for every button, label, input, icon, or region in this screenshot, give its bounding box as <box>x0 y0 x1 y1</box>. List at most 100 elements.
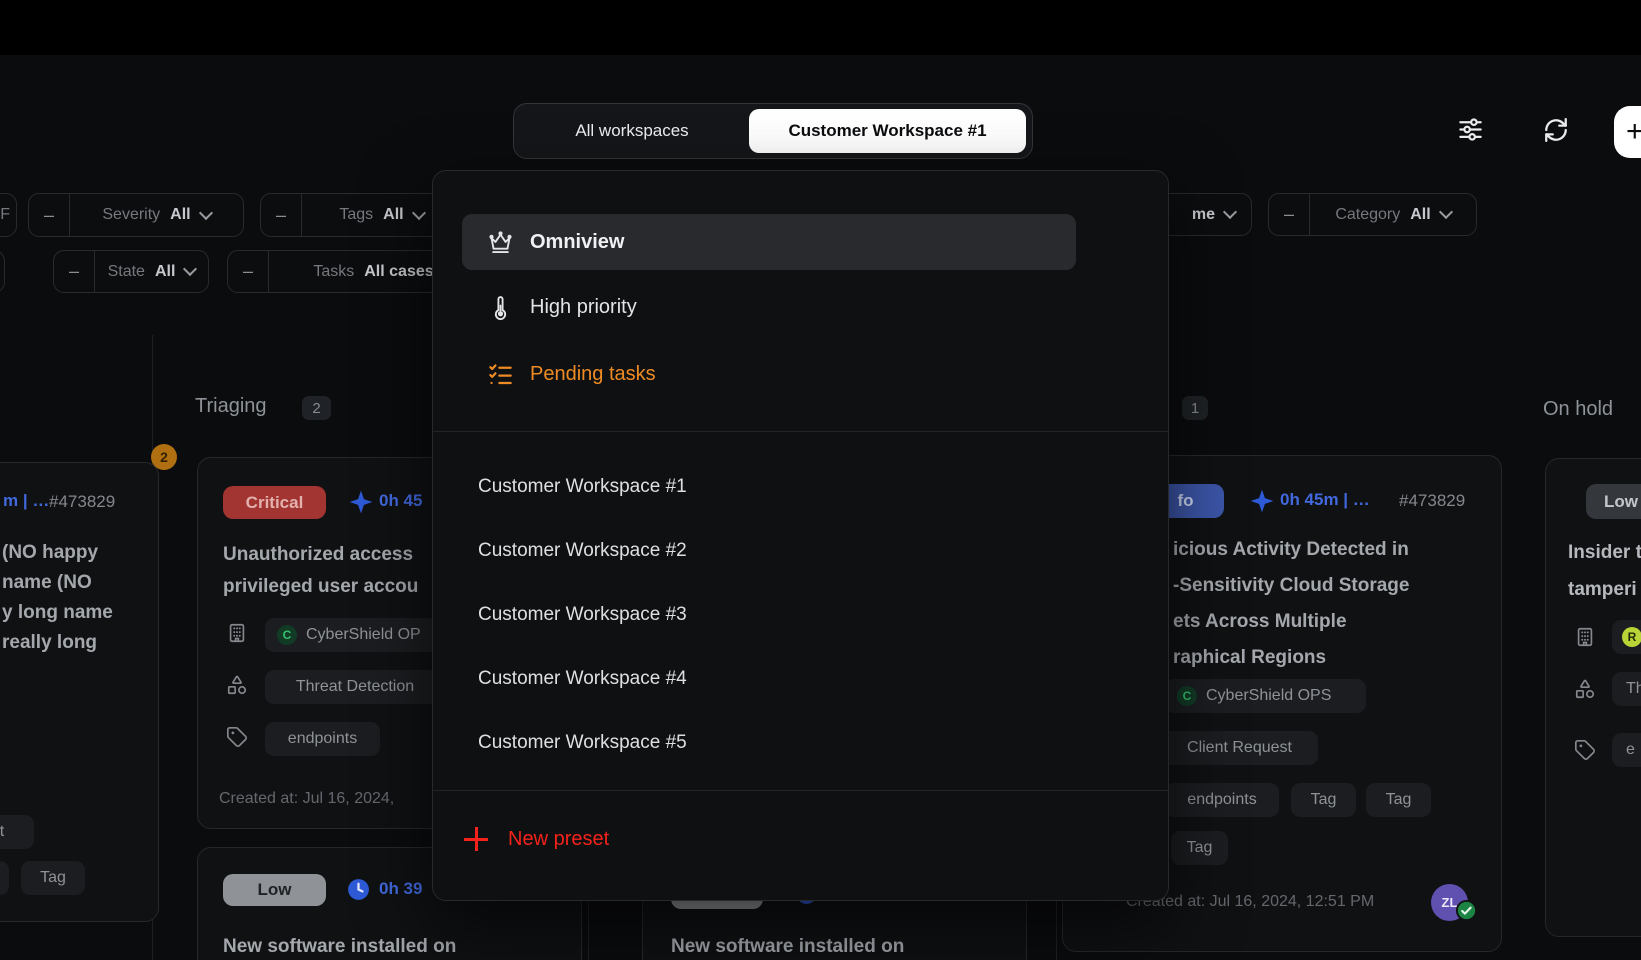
column-count-badge: 1 <box>1182 396 1208 420</box>
preset-item-high-priority[interactable]: High priority <box>462 279 1076 335</box>
card-title-line: y long name <box>2 602 113 624</box>
time-estimate: 0h 39 <box>379 879 422 899</box>
tag-chip: nt <box>0 815 34 849</box>
remove-filter-button[interactable]: – <box>54 261 94 282</box>
tag-icon <box>1574 739 1596 766</box>
divider <box>433 790 1168 791</box>
filter-value: All <box>383 206 403 224</box>
card-title-line: icious Activity Detected in <box>1173 539 1409 561</box>
building-icon <box>226 622 248 649</box>
preset-item-pending-tasks[interactable]: Pending tasks <box>462 346 1076 402</box>
filter-value: All cases <box>364 263 433 281</box>
organization-chip: R <box>1612 620 1641 654</box>
remove-filter-button[interactable]: – <box>228 261 268 282</box>
workspace-item-3[interactable]: Customer Workspace #3 <box>478 604 687 630</box>
remove-filter-button[interactable]: – <box>1269 204 1309 225</box>
sparkle-star-icon <box>1249 488 1275 519</box>
chevron-down-icon <box>412 205 426 219</box>
tag-chip: Tag <box>1366 783 1431 817</box>
filter-settings-button[interactable] <box>1452 113 1488 149</box>
tag-icon <box>226 726 248 753</box>
card-title-line: New software installed on <box>223 936 456 958</box>
chevron-down-icon <box>199 205 213 219</box>
card-title-line: really long <box>2 632 97 654</box>
card-title-line: -Sensitivity Cloud Storage <box>1173 575 1409 597</box>
filter-chip-category[interactable]: – Category All <box>1268 193 1477 236</box>
organization-chip: C CyberShield OP <box>265 618 455 652</box>
workspace-item-2[interactable]: Customer Workspace #2 <box>478 540 687 566</box>
divider <box>433 431 1168 432</box>
org-logo-icon: R <box>1622 627 1641 647</box>
preset-dropdown: Omniview High priority Pending tasks <box>432 170 1169 901</box>
filter-chip-severity[interactable]: – Severity All <box>28 193 244 237</box>
tag-chip: Tag <box>1291 783 1356 817</box>
time-estimate: 0h 45m | … <box>1280 490 1370 510</box>
workspace-item-4[interactable]: Customer Workspace #4 <box>478 668 687 694</box>
column-count-badge: 2 <box>302 396 331 420</box>
preset-label: Pending tasks <box>530 363 656 386</box>
refresh-icon <box>1543 117 1569 146</box>
chevron-down-icon <box>1439 205 1453 219</box>
segmented-option-customer-workspace-1[interactable]: Customer Workspace #1 <box>749 109 1026 153</box>
clock-icon <box>346 877 371 907</box>
preset-label: Omniview <box>530 231 624 254</box>
tag-chip: Tag <box>21 861 85 895</box>
remove-filter-button[interactable]: – <box>29 205 69 226</box>
filter-label: State <box>108 263 145 281</box>
notification-badge: 2 <box>151 444 177 470</box>
column-title-triaging: Triaging <box>195 395 267 418</box>
team-chip: Threat Detection <box>265 670 445 704</box>
tag-chip: endpoints <box>265 722 380 756</box>
sparkle-star-icon <box>348 489 374 520</box>
card-title-line: tamperi <box>1568 579 1637 601</box>
card-title-line: New software installed on <box>671 936 904 958</box>
time-estimate: m | … <box>3 491 49 511</box>
workspace-item-5[interactable]: Customer Workspace #5 <box>478 732 687 758</box>
filter-label: Severity <box>102 206 160 224</box>
filter-chip-fragment[interactable]: F <box>0 193 17 237</box>
remove-filter-button[interactable]: – <box>261 205 301 226</box>
new-preset-label: New preset <box>508 828 609 851</box>
new-preset-button[interactable]: New preset <box>463 826 609 852</box>
filter-value: All <box>155 263 175 281</box>
shapes-icon <box>226 674 248 701</box>
app-screen: All workspaces Customer Workspace #1 + F… <box>0 0 1641 960</box>
filter-label: Tags <box>339 206 373 224</box>
filter-label: F <box>0 206 10 224</box>
org-logo-icon: C <box>1177 686 1197 706</box>
filter-value: All <box>1410 206 1430 224</box>
plus-icon <box>463 826 489 852</box>
team-chip: Th <box>1612 672 1641 706</box>
add-case-button[interactable]: + <box>1614 106 1641 158</box>
case-id: #473829 <box>1399 491 1465 511</box>
segmented-option-all-workspaces[interactable]: All workspaces <box>514 104 750 158</box>
card-title-line: privileged user accou <box>223 576 418 598</box>
chevron-down-icon <box>183 262 197 276</box>
column-title-on-hold: On hold <box>1543 398 1613 421</box>
filter-value: All <box>170 206 190 224</box>
organization-chip: C CyberShield OPS <box>1165 679 1366 713</box>
thermometer-icon <box>486 295 514 320</box>
filter-label: Category <box>1335 206 1400 224</box>
case-id: #473829 <box>49 492 115 512</box>
case-card-insider[interactable]: Low Insider t tamperi R Th <box>1545 458 1641 937</box>
workspace-item-1[interactable]: Customer Workspace #1 <box>478 476 687 502</box>
severity-badge: Low <box>223 874 326 906</box>
card-title-line: Insider t <box>1568 542 1641 564</box>
building-icon <box>1574 626 1596 653</box>
organization-name: CyberShield OPS <box>1206 687 1331 705</box>
case-card-partial-left[interactable]: m | … #473829 (NO happy name (NO y long … <box>0 462 159 922</box>
card-title-line: ets Across Multiple <box>1173 611 1347 633</box>
preset-item-omniview[interactable]: Omniview <box>462 214 1076 270</box>
filter-chip-fragment[interactable] <box>0 250 5 293</box>
sliders-icon <box>1457 116 1484 146</box>
card-title-line: name (NO <box>2 572 92 594</box>
card-title-line: Unauthorized access <box>223 544 413 566</box>
checklist-icon <box>486 361 514 388</box>
refresh-button[interactable] <box>1538 113 1574 149</box>
card-title-line: raphical Regions <box>1173 647 1326 669</box>
created-at-label: Created at: Jul 16, 2024, <box>219 790 394 808</box>
preset-label: High priority <box>530 296 637 319</box>
filter-chip-state[interactable]: – State All <box>53 250 209 293</box>
tag-chip: endpoints <box>1165 783 1279 817</box>
